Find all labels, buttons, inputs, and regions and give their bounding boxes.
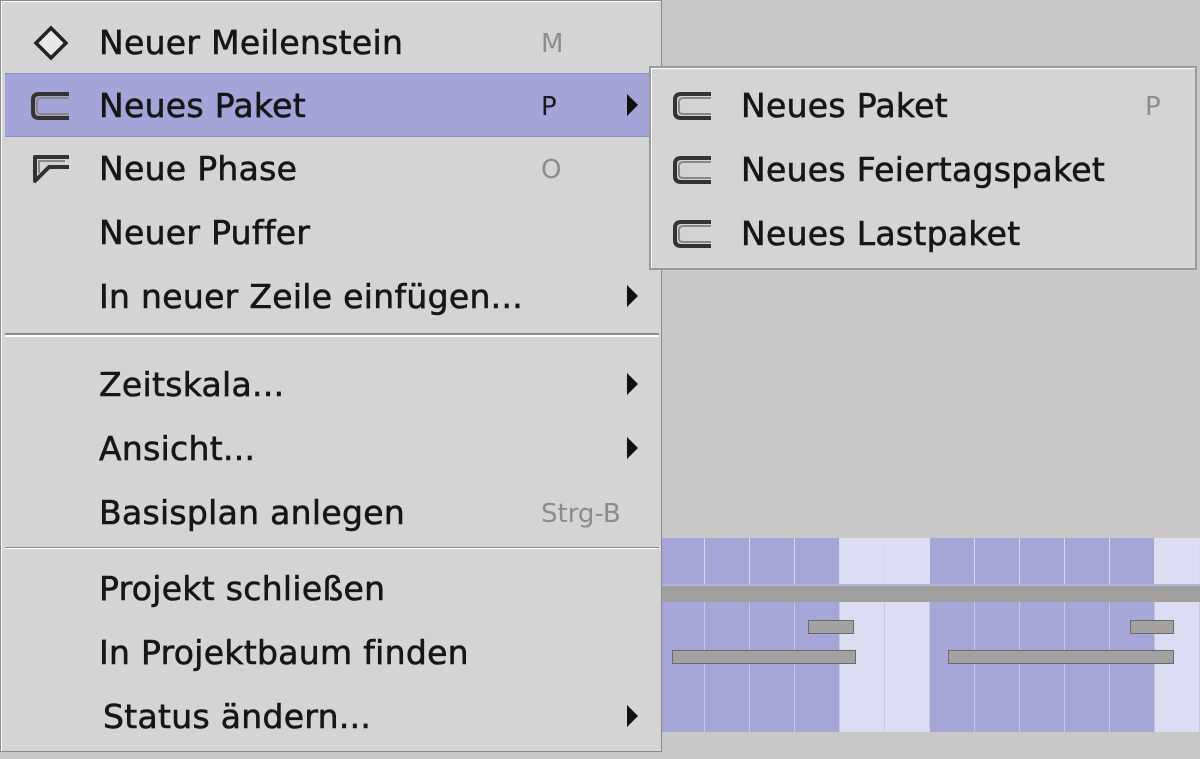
gantt-task-bar[interactable] <box>948 650 1174 664</box>
menu-item-label: Ansicht... <box>99 429 256 468</box>
menu-item-timescale[interactable]: Zeitskala... <box>5 353 659 417</box>
gantt-day-column <box>975 538 1020 584</box>
menu-item-label: Neues Feiertagspaket <box>741 150 1106 189</box>
gantt-body-column <box>930 602 975 732</box>
gantt-day-column <box>660 538 705 584</box>
menu-item-new-phase[interactable]: Neue Phase O <box>5 137 659 201</box>
gantt-day-column <box>795 538 840 584</box>
menu-item-insert-new-row[interactable]: In neuer Zeile einfügen... <box>5 265 659 329</box>
gantt-body-column <box>885 602 930 732</box>
package-bracket-icon <box>673 156 711 184</box>
gantt-weekend-column <box>885 538 930 584</box>
menu-item-label: Neuer Meilenstein <box>99 23 404 62</box>
menu-item-shortcut: Strg-B <box>541 499 621 529</box>
package-bracket-icon <box>673 220 711 248</box>
submenu-arrow-icon <box>627 705 638 727</box>
gantt-summary-bar <box>660 586 1200 602</box>
gantt-day-column <box>930 538 975 584</box>
menu-item-shortcut: P <box>1145 92 1161 122</box>
context-menu: Neuer Meilenstein M Neues Paket P Neue P… <box>0 0 662 752</box>
package-bracket-icon <box>673 92 711 120</box>
submenu-arrow-icon <box>627 285 638 307</box>
submenu-item-new-holiday-package[interactable]: Neues Feiertagspaket <box>653 138 1195 202</box>
menu-separator <box>5 333 659 337</box>
submenu-arrow-icon <box>627 373 638 395</box>
gantt-body-column <box>1020 602 1065 732</box>
gantt-chart-background <box>660 538 1200 759</box>
gantt-body-column <box>705 602 750 732</box>
gantt-day-column <box>1065 538 1110 584</box>
menu-item-find-in-project-tree[interactable]: In Projektbaum finden <box>5 621 659 685</box>
menu-item-label: Neues Paket <box>99 86 307 125</box>
gantt-task-bar[interactable] <box>672 650 856 664</box>
gantt-footer <box>660 732 1200 759</box>
gantt-task-bar[interactable] <box>808 620 854 634</box>
gantt-body-column <box>1065 602 1110 732</box>
menu-item-label: Neues Paket <box>741 86 949 125</box>
menu-item-label: Basisplan anlegen <box>99 493 406 532</box>
menu-item-change-status[interactable]: Status ändern... <box>5 685 659 749</box>
gantt-timeline-header <box>660 538 1200 584</box>
gantt-body-column <box>975 602 1020 732</box>
submenu-new-package: Neues Paket P Neues Feiertagspaket Neues… <box>649 66 1197 270</box>
menu-item-shortcut: O <box>541 155 562 185</box>
submenu-item-new-load-package[interactable]: Neues Lastpaket <box>653 202 1195 266</box>
menu-item-shortcut: M <box>541 29 564 59</box>
package-bracket-icon <box>31 92 69 120</box>
menu-item-label: Neuer Puffer <box>99 213 311 252</box>
submenu-item-new-package[interactable]: Neues Paket P <box>653 74 1195 138</box>
submenu-arrow-icon <box>627 94 638 116</box>
menu-item-new-milestone[interactable]: Neuer Meilenstein M <box>5 11 659 75</box>
menu-item-label: In Projektbaum finden <box>99 633 469 672</box>
gantt-day-column <box>1110 538 1155 584</box>
phase-bracket-icon <box>33 155 69 183</box>
menu-item-new-buffer[interactable]: Neuer Puffer <box>5 201 659 265</box>
menu-item-close-project[interactable]: Projekt schließen <box>5 557 659 621</box>
gantt-body-column <box>750 602 795 732</box>
submenu-arrow-icon <box>627 437 638 459</box>
milestone-diamond-icon <box>33 25 69 61</box>
gantt-body-column <box>660 602 705 732</box>
menu-item-label: In neuer Zeile einfügen... <box>99 277 524 316</box>
menu-item-view[interactable]: Ansicht... <box>5 417 659 481</box>
menu-item-label: Neues Lastpaket <box>741 214 1021 253</box>
gantt-day-column <box>1020 538 1065 584</box>
gantt-day-column <box>705 538 750 584</box>
menu-item-label: Neue Phase <box>99 149 298 188</box>
menu-separator <box>5 547 659 549</box>
menu-item-create-baseline[interactable]: Basisplan anlegen Strg-B <box>5 481 659 545</box>
gantt-weekend-column <box>1155 538 1200 584</box>
menu-item-shortcut: P <box>541 92 557 122</box>
gantt-weekend-column <box>840 538 885 584</box>
gantt-task-bar[interactable] <box>1130 620 1174 634</box>
menu-item-label: Projekt schließen <box>99 569 386 608</box>
menu-item-label: Status ändern... <box>103 697 372 736</box>
gantt-day-column <box>750 538 795 584</box>
menu-item-new-package[interactable]: Neues Paket P <box>5 73 659 137</box>
menu-item-label: Zeitskala... <box>99 365 285 404</box>
